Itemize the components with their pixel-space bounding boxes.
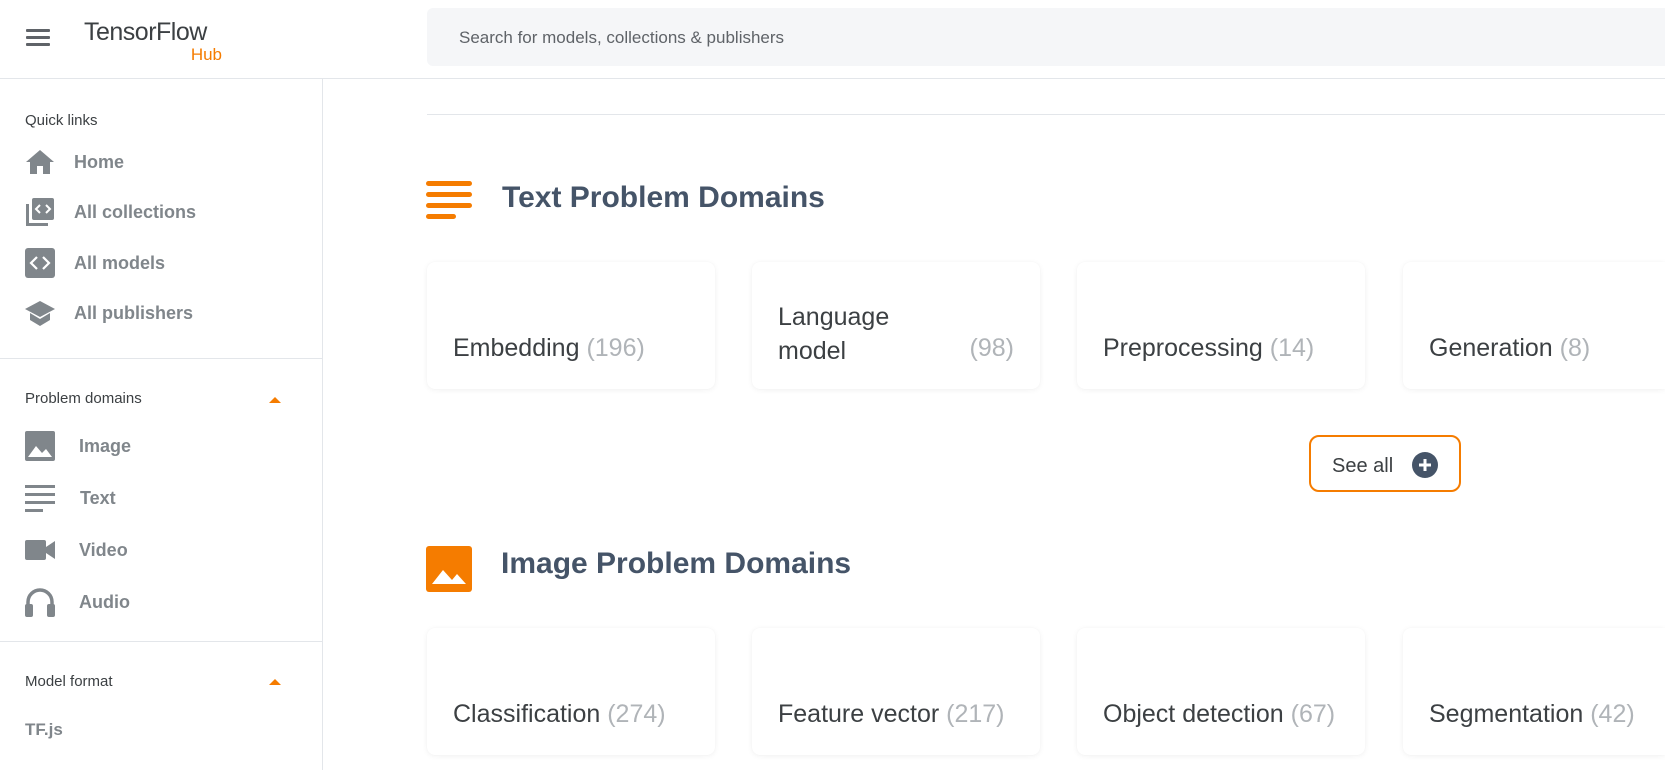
card-name: Object detection — [1103, 700, 1284, 728]
sidebar-item-label: All collections — [74, 202, 197, 222]
sidebar-item-text[interactable]: Text — [24, 478, 304, 518]
see-all-button[interactable]: See all — [1309, 435, 1461, 492]
sidebar-item-label: All models — [74, 253, 166, 273]
card-count: (196) — [586, 334, 645, 362]
image-domain-icon — [426, 546, 472, 592]
search-placeholder: Search for models, collections & publish… — [459, 28, 785, 47]
sidebar-item-label: Video — [79, 540, 128, 560]
headphones-icon — [25, 588, 55, 617]
model-format-heading: Model format — [25, 673, 113, 690]
see-all-label: See all — [1332, 455, 1394, 477]
sidebar-divider — [0, 358, 322, 359]
domain-card-feature-vector[interactable]: Feature vector (217) — [752, 628, 1040, 755]
card-count: (14) — [1269, 334, 1315, 362]
domain-card-generation[interactable]: Generation (8) — [1403, 262, 1665, 389]
tensorflow-hub-logo[interactable]: TensorFlow Hub — [84, 18, 224, 66]
card-label: Classification (274) — [453, 700, 666, 729]
card-name: Generation — [1429, 334, 1553, 362]
card-name: Embedding — [453, 334, 580, 362]
home-icon — [26, 150, 54, 174]
sidebar-divider — [0, 641, 322, 642]
hamburger-menu-icon[interactable] — [26, 27, 50, 47]
collapse-model-format-icon[interactable] — [269, 679, 281, 685]
collections-icon — [26, 198, 54, 226]
image-section-title: Image Problem Domains — [501, 547, 852, 580]
logo-main-text: TensorFlow — [84, 18, 207, 46]
card-name: Feature vector — [778, 700, 940, 728]
text-icon — [25, 485, 55, 512]
card-name: Segmentation — [1429, 700, 1584, 728]
card-count: (8) — [1559, 334, 1591, 362]
domain-card-language-model[interactable]: Language model (98) — [752, 262, 1040, 389]
quick-links-heading: Quick links — [25, 112, 98, 129]
sidebar-item-all-models[interactable]: All models — [24, 243, 304, 283]
text-section-title: Text Problem Domains — [502, 181, 825, 214]
image-icon — [25, 431, 55, 461]
domain-card-object-detection[interactable]: Object detection (67) — [1077, 628, 1365, 755]
content-divider — [427, 114, 1665, 115]
card-label: Object detection (67) — [1103, 700, 1335, 729]
card-count: (67) — [1290, 700, 1336, 728]
card-count: (274) — [607, 700, 666, 728]
sidebar: Quick links Home All collections All mod… — [0, 79, 323, 770]
card-name: Preprocessing — [1103, 334, 1263, 362]
text-domain-icon — [426, 181, 472, 219]
card-label: Generation (8) — [1429, 334, 1590, 363]
sidebar-item-home[interactable]: Home — [24, 142, 304, 182]
card-label: Feature vector (217) — [778, 700, 1005, 729]
sidebar-item-all-collections[interactable]: All collections — [24, 192, 304, 232]
sidebar-item-label: All publishers — [74, 303, 194, 323]
top-bar: TensorFlow Hub Search for models, collec… — [0, 0, 1665, 79]
card-count: (217) — [946, 700, 1005, 728]
sidebar-item-image[interactable]: Image — [24, 426, 304, 466]
video-icon — [25, 540, 55, 560]
card-count: (98) — [969, 334, 1014, 362]
logo-sub-text: Hub — [190, 45, 222, 64]
publishers-icon — [25, 301, 55, 326]
sidebar-item-label: Audio — [79, 592, 130, 612]
card-name: Language model — [778, 303, 890, 365]
card-label: Embedding (196) — [453, 334, 645, 363]
domain-card-classification[interactable]: Classification (274) — [427, 628, 715, 755]
sidebar-item-label: Text — [80, 488, 116, 508]
domain-card-embedding[interactable]: Embedding (196) — [427, 262, 715, 389]
search-input[interactable]: Search for models, collections & publish… — [427, 8, 1665, 66]
card-count: (42) — [1590, 700, 1635, 728]
sidebar-item-label: Image — [79, 436, 132, 456]
plus-circle-icon — [1412, 452, 1438, 478]
domain-card-preprocessing[interactable]: Preprocessing (14) — [1077, 262, 1365, 389]
sidebar-item-tfjs[interactable]: TF.js — [25, 720, 63, 740]
models-icon — [25, 248, 55, 278]
card-name: Classification — [453, 700, 601, 728]
sidebar-item-all-publishers[interactable]: All publishers — [24, 293, 304, 333]
card-label: Segmentation (42) — [1429, 700, 1635, 729]
problem-domains-heading: Problem domains — [25, 390, 142, 407]
sidebar-item-label: Home — [74, 152, 125, 172]
collapse-problem-domains-icon[interactable] — [269, 397, 281, 403]
sidebar-item-audio[interactable]: Audio — [24, 582, 304, 622]
sidebar-item-video[interactable]: Video — [24, 530, 304, 570]
domain-card-segmentation[interactable]: Segmentation (42) — [1403, 628, 1665, 755]
card-label: Preprocessing (14) — [1103, 334, 1314, 363]
